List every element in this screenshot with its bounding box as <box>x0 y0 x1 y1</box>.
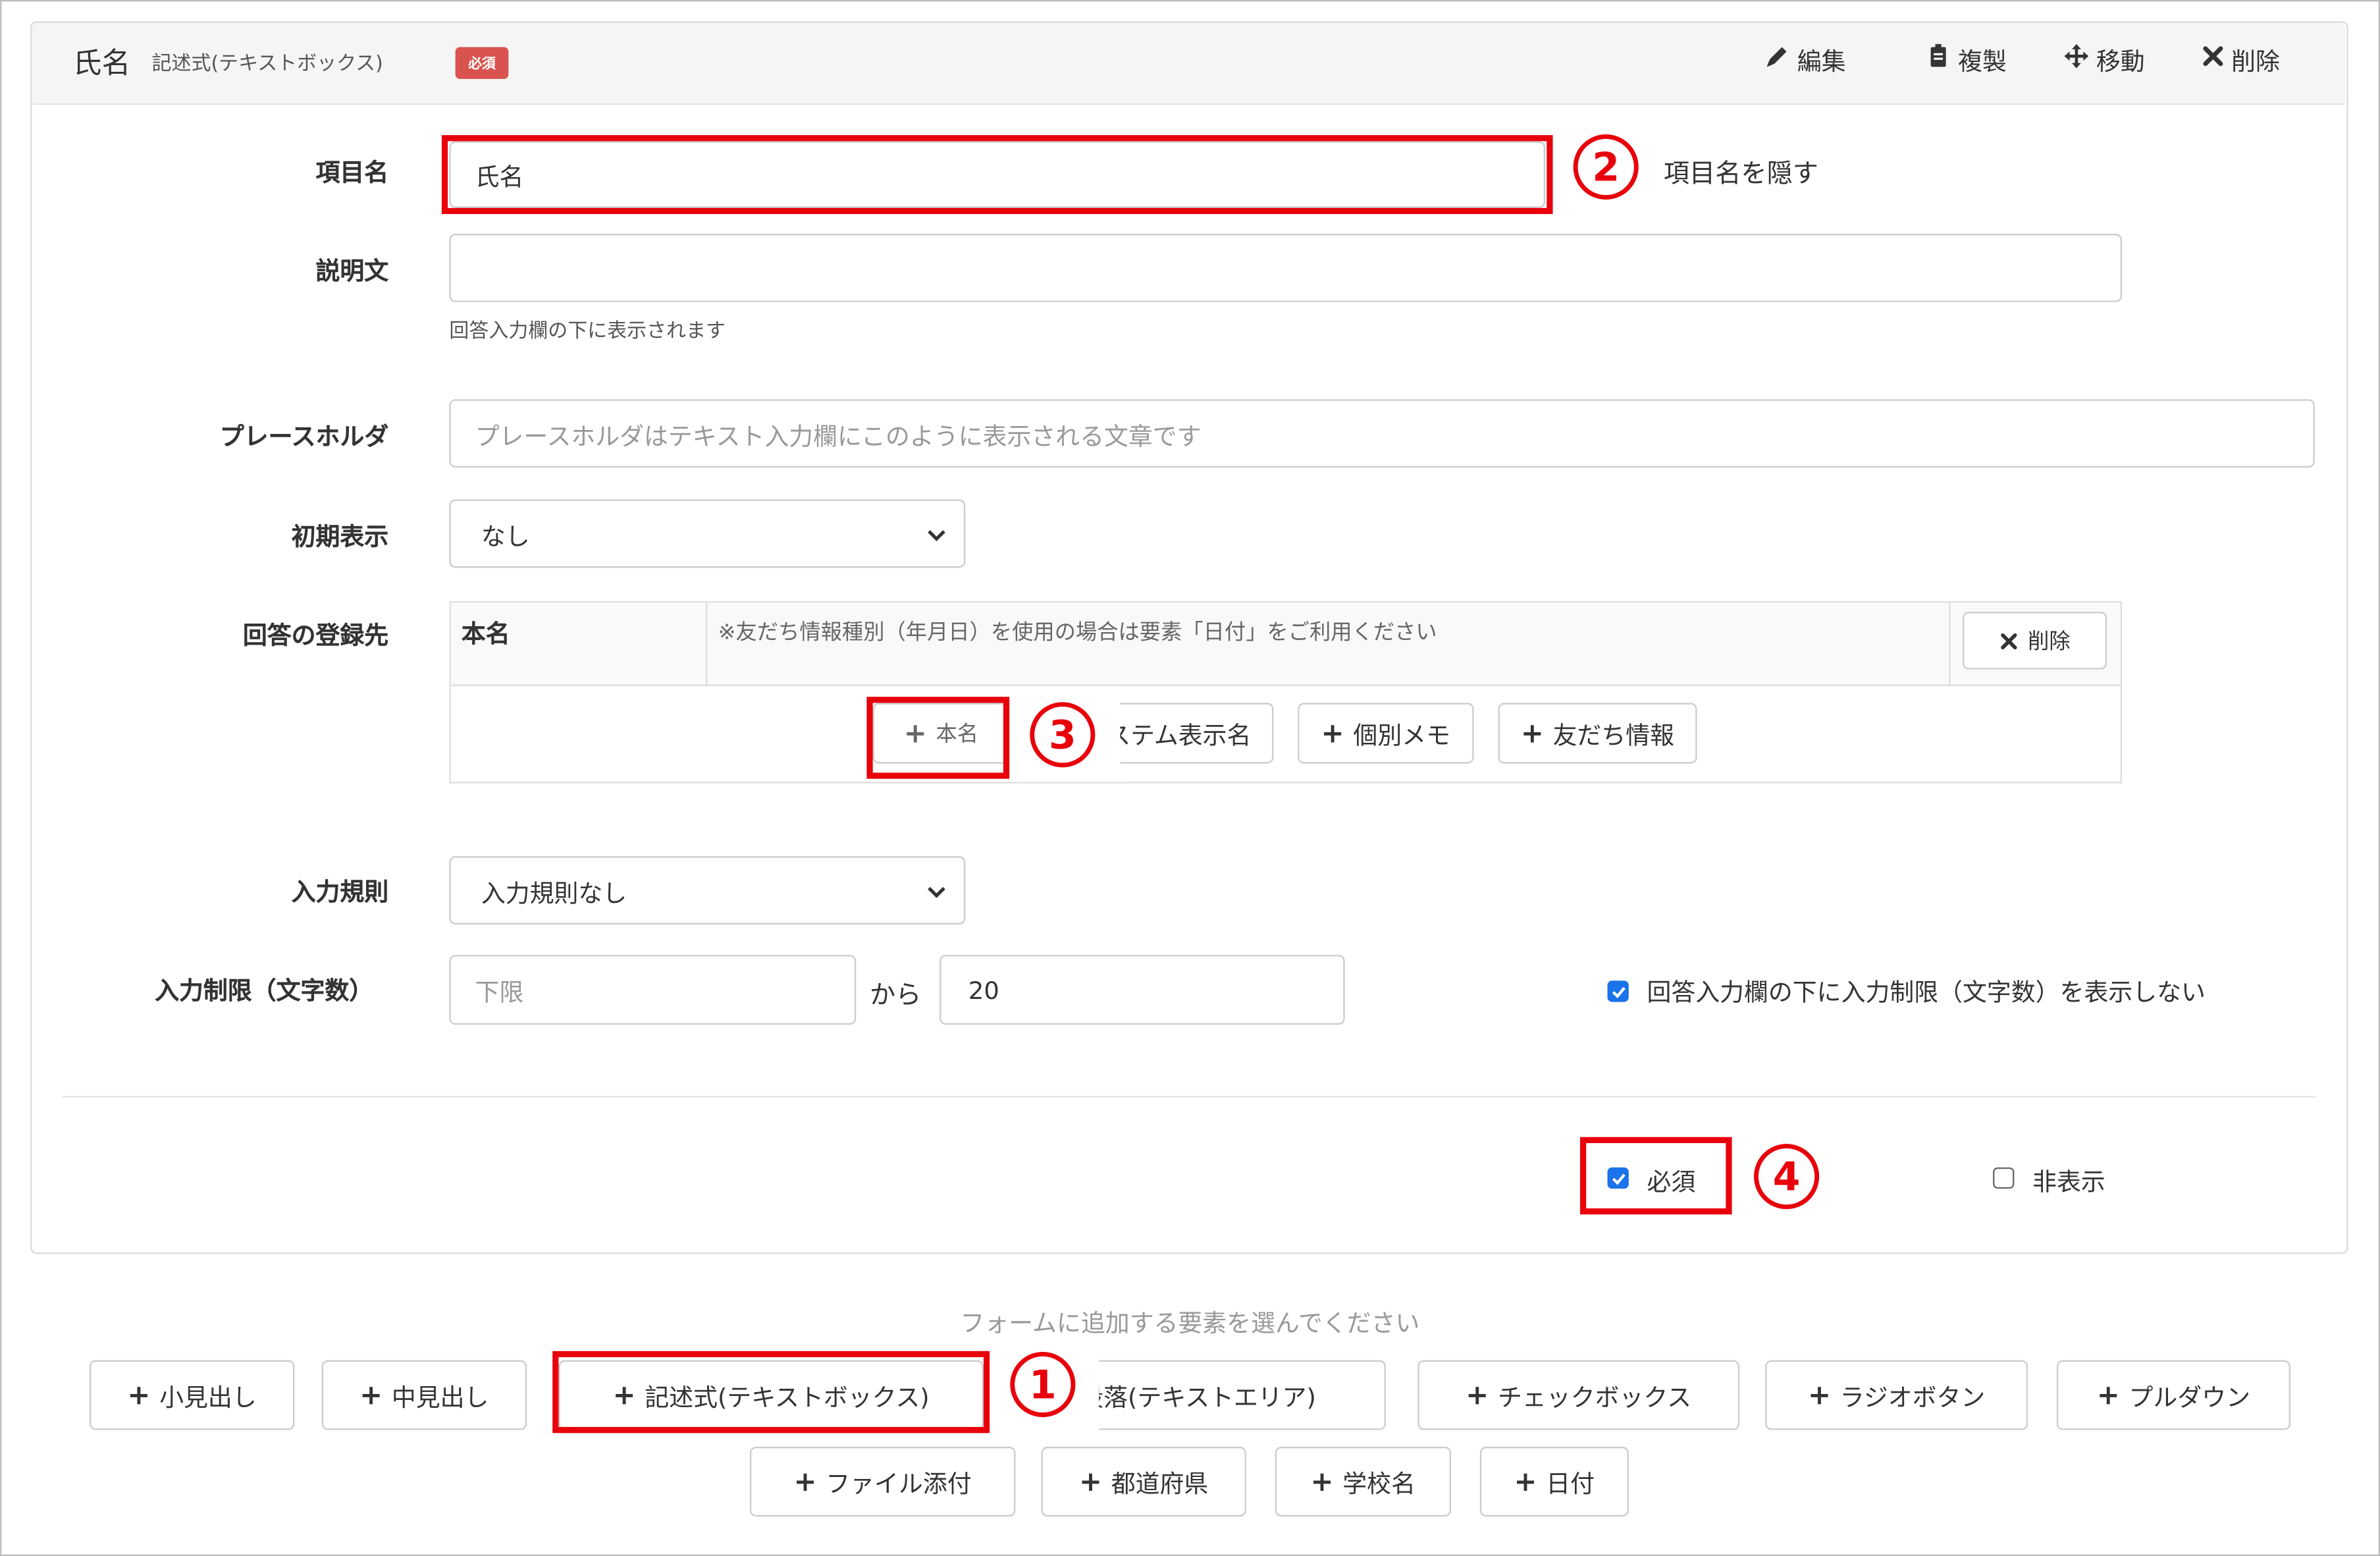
annotation-4-number: 4 <box>1773 1154 1801 1200</box>
add-paragraph-label: 段落(テキストエリア) <box>1079 1383 1316 1412</box>
add-friend-info-label: 友だち情報 <box>1552 721 1675 750</box>
initial-display-select[interactable]: なし <box>449 499 966 568</box>
highlight-box-3 <box>866 697 1010 779</box>
initial-display-value: なし <box>481 521 530 550</box>
placeholder-input[interactable]: プレースホルダはテキスト入力欄にこのように表示される文章です <box>449 399 2315 468</box>
highlight-box-2 <box>441 135 1553 215</box>
add-pulldown-label: プルダウン <box>2129 1383 2251 1412</box>
edit-button[interactable]: 編集 <box>1764 41 1846 77</box>
add-small-heading-button[interactable]: + 小見出し <box>90 1360 295 1430</box>
field-title: 氏名 <box>72 47 131 81</box>
initial-display-label: 初期表示 <box>291 522 389 551</box>
pencil-icon <box>1764 43 1791 76</box>
char-limit-min-input[interactable]: 下限 <box>449 955 857 1025</box>
add-file-button[interactable]: + ファイル添付 <box>749 1447 1016 1517</box>
add-memo-label: 個別メモ <box>1353 721 1451 750</box>
registration-row-note: ※友だち情報種別（年月日）を使用の場合は要素「日付」をご利用ください <box>718 620 1437 645</box>
add-friend-info-button[interactable]: + 友だち情報 <box>1498 703 1697 764</box>
check-icon <box>1611 986 1625 998</box>
x-icon <box>2001 632 2017 649</box>
input-rule-select[interactable]: 入力規則なし <box>449 856 966 925</box>
add-radio-label: ラジオボタン <box>1839 1383 1986 1412</box>
highlight-box-1 <box>552 1351 990 1434</box>
registration-delete-button[interactable]: 削除 <box>1963 612 2107 670</box>
annotation-1: 1 <box>1007 1348 1080 1421</box>
required-checkbox[interactable] <box>1607 1167 1629 1189</box>
duplicate-label: 複製 <box>1958 47 2007 76</box>
hide-limit-label: 回答入力欄の下に入力制限（文字数）を表示しない <box>1647 977 2206 1007</box>
item-name-label: 項目名 <box>315 157 389 187</box>
delete-label: 削除 <box>2231 47 2280 76</box>
add-memo-button[interactable]: + 個別メモ <box>1298 703 1474 764</box>
registration-label: 回答の登録先 <box>242 620 389 650</box>
add-file-label: ファイル添付 <box>826 1469 972 1499</box>
hide-item-name-label: 項目名を隠す <box>1663 159 1818 188</box>
add-school-button[interactable]: + 学校名 <box>1275 1447 1452 1517</box>
annotation-3: 3 <box>1026 698 1099 771</box>
hide-item-name-option[interactable]: 項目名を隠す <box>1643 152 1825 188</box>
required-label: 必須 <box>1647 1167 1696 1196</box>
annotation-3-number: 3 <box>1049 712 1076 759</box>
registration-delete-label: 削除 <box>2028 630 2071 655</box>
check-icon <box>1611 1173 1625 1185</box>
section-divider <box>62 1096 2317 1098</box>
duplicate-button[interactable]: 複製 <box>1924 41 2007 77</box>
hide-limit-checkbox[interactable] <box>1607 980 1629 1002</box>
input-rule-label: 入力規則 <box>291 877 389 907</box>
add-prefecture-button[interactable]: + 都道府県 <box>1041 1447 1246 1517</box>
add-small-heading-label: 小見出し <box>159 1383 257 1412</box>
placeholder-label: プレースホルダ <box>219 421 389 451</box>
annotation-2: 2 <box>1570 130 1643 203</box>
add-date-button[interactable]: + 日付 <box>1479 1447 1629 1517</box>
required-badge: 必須 <box>455 47 509 79</box>
registration-row-name: 本名 <box>461 619 510 649</box>
description-label: 説明文 <box>315 256 389 286</box>
add-date-label: 日付 <box>1546 1469 1595 1499</box>
field-type-label: 記述式(テキストボックス) <box>151 53 383 76</box>
clipboard-icon <box>1924 43 1951 76</box>
move-arrows-icon <box>2063 43 2090 76</box>
input-rule-value: 入力規則なし <box>481 878 627 907</box>
add-pulldown-button[interactable]: + プルダウン <box>2056 1360 2290 1430</box>
chevron-down-icon <box>928 529 945 541</box>
hidden-checkbox[interactable] <box>1993 1167 2015 1189</box>
annotation-4: 4 <box>1750 1140 1823 1213</box>
move-button[interactable]: 移動 <box>2063 41 2145 77</box>
add-radio-button[interactable]: + ラジオボタン <box>1765 1360 2028 1430</box>
add-medium-heading-label: 中見出し <box>391 1383 489 1412</box>
move-label: 移動 <box>2096 47 2145 76</box>
chevron-down-icon <box>928 886 945 898</box>
x-icon <box>2201 44 2225 74</box>
char-limit-label: 入力制限（文字数） <box>155 976 374 1006</box>
delete-field-button[interactable]: 削除 <box>2201 41 2280 77</box>
description-input[interactable] <box>449 234 2123 302</box>
registration-add-buttons: +本名 +システム表示名 +個別メモ +友だち情報 <box>451 686 2121 782</box>
add-checkbox-button[interactable]: + チェックボックス <box>1417 1360 1740 1430</box>
add-medium-heading-button[interactable]: + 中見出し <box>321 1360 527 1430</box>
annotation-2-number: 2 <box>1592 144 1620 190</box>
add-prefecture-label: 都道府県 <box>1111 1469 1209 1499</box>
edit-label: 編集 <box>1797 47 1846 76</box>
annotation-1-number: 1 <box>1029 1362 1057 1408</box>
add-school-label: 学校名 <box>1342 1469 1415 1499</box>
add-checkbox-label: チェックボックス <box>1498 1383 1692 1412</box>
hidden-label: 非表示 <box>2032 1167 2105 1196</box>
add-element-prompt: フォームに追加する要素を選んでください <box>960 1308 1420 1338</box>
char-limit-max-input[interactable]: 20 <box>939 955 1345 1025</box>
char-limit-from-text: から <box>870 980 922 1011</box>
description-help: 回答入力欄の下に表示されます <box>449 320 726 344</box>
